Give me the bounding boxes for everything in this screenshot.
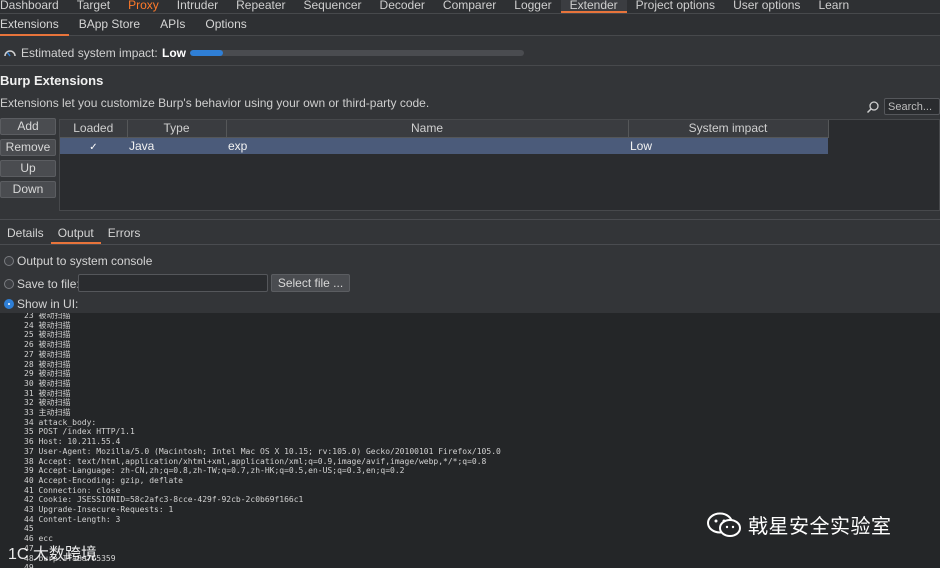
console-line: 35 POST /index HTTP/1.1 (24, 427, 135, 437)
detail-tab-underline (0, 244, 940, 245)
column-header-loaded[interactable]: Loaded (60, 120, 128, 138)
impact-value: Low (162, 46, 186, 60)
console-line: 39 Accept-Language: zh-CN,zh;q=0.8,zh-TW… (24, 466, 405, 476)
column-header-name[interactable]: Name (226, 120, 629, 138)
tab-errors[interactable]: Errors (101, 225, 148, 244)
watermark-right: 戟星安全实验室 (706, 510, 892, 539)
table-row[interactable]: ✓ Java exp Low (60, 137, 828, 154)
console-line: 36 Host: 10.211.55.4 (24, 437, 121, 447)
option-system-console[interactable]: Output to system console (4, 254, 152, 268)
tab-output[interactable]: Output (50, 225, 101, 244)
section-description: Extensions let you customize Burp's beha… (0, 96, 430, 110)
column-header-type[interactable]: Type (127, 120, 227, 138)
gauge-icon (4, 50, 16, 57)
cell-system-impact: Low (628, 137, 828, 154)
console-line: 41 Connection: close (24, 485, 121, 495)
console-line: 33 主动扫描 (24, 408, 71, 417)
select-file-button[interactable]: Select file ... (271, 274, 350, 292)
remove-button[interactable]: Remove (0, 139, 56, 156)
radio-save-to-file[interactable] (4, 279, 14, 289)
impact-bar-fill (190, 50, 224, 56)
section-title: Burp Extensions (0, 73, 104, 88)
extensions-table: Loaded Type Name System impact ✓ Java ex… (59, 119, 940, 211)
option-show-in-ui-label: Show in UI: (17, 297, 79, 311)
wechat-icon (707, 512, 741, 537)
impact-bar (190, 50, 524, 56)
file-path-input[interactable] (78, 274, 268, 292)
console-line: 23 被动扫描 (24, 313, 71, 320)
console-line: 34 attack_body: (24, 417, 97, 427)
tab-sequencer[interactable]: Sequencer (295, 0, 371, 13)
tab-options[interactable]: Options (195, 14, 256, 36)
radio-system-console[interactable] (4, 256, 14, 266)
console-line: 29 被动扫描 (24, 369, 71, 379)
console-line: 25 被动扫描 (24, 330, 71, 340)
tab-dashboard[interactable]: Dashboard (0, 0, 68, 13)
tab-logger[interactable]: Logger (505, 0, 560, 13)
tab-intruder[interactable]: Intruder (168, 0, 227, 13)
option-system-console-label: Output to system console (17, 254, 153, 268)
tab-extensions[interactable]: Extensions (0, 14, 69, 36)
console-line: 40 Accept-Encoding: gzip, deflate (24, 475, 183, 485)
extension-buttons: Add Remove Up Down (0, 118, 56, 202)
up-button[interactable]: Up (0, 160, 56, 177)
tab-comparer[interactable]: Comparer (434, 0, 505, 13)
watermark-left: 1C 大数跨境 (8, 546, 97, 563)
cell-type: Java (127, 137, 226, 154)
impact-label: Estimated system impact: (21, 46, 158, 60)
console-line: 24 被动扫描 (24, 320, 71, 330)
column-header-system-impact[interactable]: System impact (628, 120, 829, 138)
search-box (866, 98, 940, 115)
add-button[interactable]: Add (0, 118, 56, 135)
extender-tab-bar: Extensions BApp Store APIs Options (0, 14, 940, 36)
tab-details[interactable]: Details (0, 225, 51, 244)
tab-apis[interactable]: APIs (150, 14, 195, 36)
search-icon[interactable] (866, 100, 880, 114)
option-save-to-file-label: Save to file: (17, 277, 80, 291)
console-line: 38 Accept: text/html,application/xhtml+x… (24, 456, 487, 466)
console-line: 43 Upgrade-Insecure-Requests: 1 (24, 505, 174, 514)
search-input[interactable] (884, 98, 940, 115)
option-save-to-file[interactable]: Save to file: (4, 277, 80, 291)
tab-user-options[interactable]: User options (724, 0, 809, 13)
option-show-in-ui[interactable]: Show in UI: (4, 297, 78, 311)
loaded-checkbox[interactable]: ✓ (89, 142, 97, 153)
detail-tab-bar: Details Output Errors (0, 225, 147, 245)
cell-name: exp (226, 137, 628, 154)
radio-show-in-ui[interactable] (4, 299, 14, 309)
watermark-right-text: 戟星安全实验室 (748, 516, 892, 538)
tab-proxy[interactable]: Proxy (119, 0, 168, 13)
tab-project-options[interactable]: Project options (627, 0, 724, 13)
console-line: 31 被动扫描 (24, 388, 71, 398)
tab-target[interactable]: Target (68, 0, 119, 13)
console-line: 37 User-Agent: Mozilla/5.0 (Macintosh; I… (24, 446, 501, 456)
main-tab-bar: Dashboard Target Proxy Intruder Repeater… (0, 0, 940, 14)
tab-bapp-store[interactable]: BApp Store (69, 14, 150, 36)
tab-repeater[interactable]: Repeater (227, 0, 294, 13)
pane-divider[interactable] (0, 219, 940, 220)
tab-learn[interactable]: Learn (809, 0, 858, 13)
console-line: 44 Content-Length: 3 (24, 514, 121, 524)
down-button[interactable]: Down (0, 181, 56, 198)
burp-suite-window: Dashboard Target Proxy Intruder Repeater… (0, 0, 940, 568)
console-line: 32 被动扫描 (24, 398, 71, 408)
console-line: 26 被动扫描 (24, 340, 71, 350)
tab-decoder[interactable]: Decoder (371, 0, 434, 13)
tab-extender[interactable]: Extender (560, 0, 627, 13)
console-line: 42 Cookie: JSESSIONID=58c2afc3-8cce-429f… (24, 495, 304, 505)
console-line: 45 (24, 524, 34, 534)
console-line: 27 被动扫描 (24, 349, 71, 359)
console-line: 28 被动扫描 (24, 359, 71, 369)
console-line: 30 被动扫描 (24, 378, 71, 388)
system-impact-row: Estimated system impact: Low (0, 40, 940, 66)
